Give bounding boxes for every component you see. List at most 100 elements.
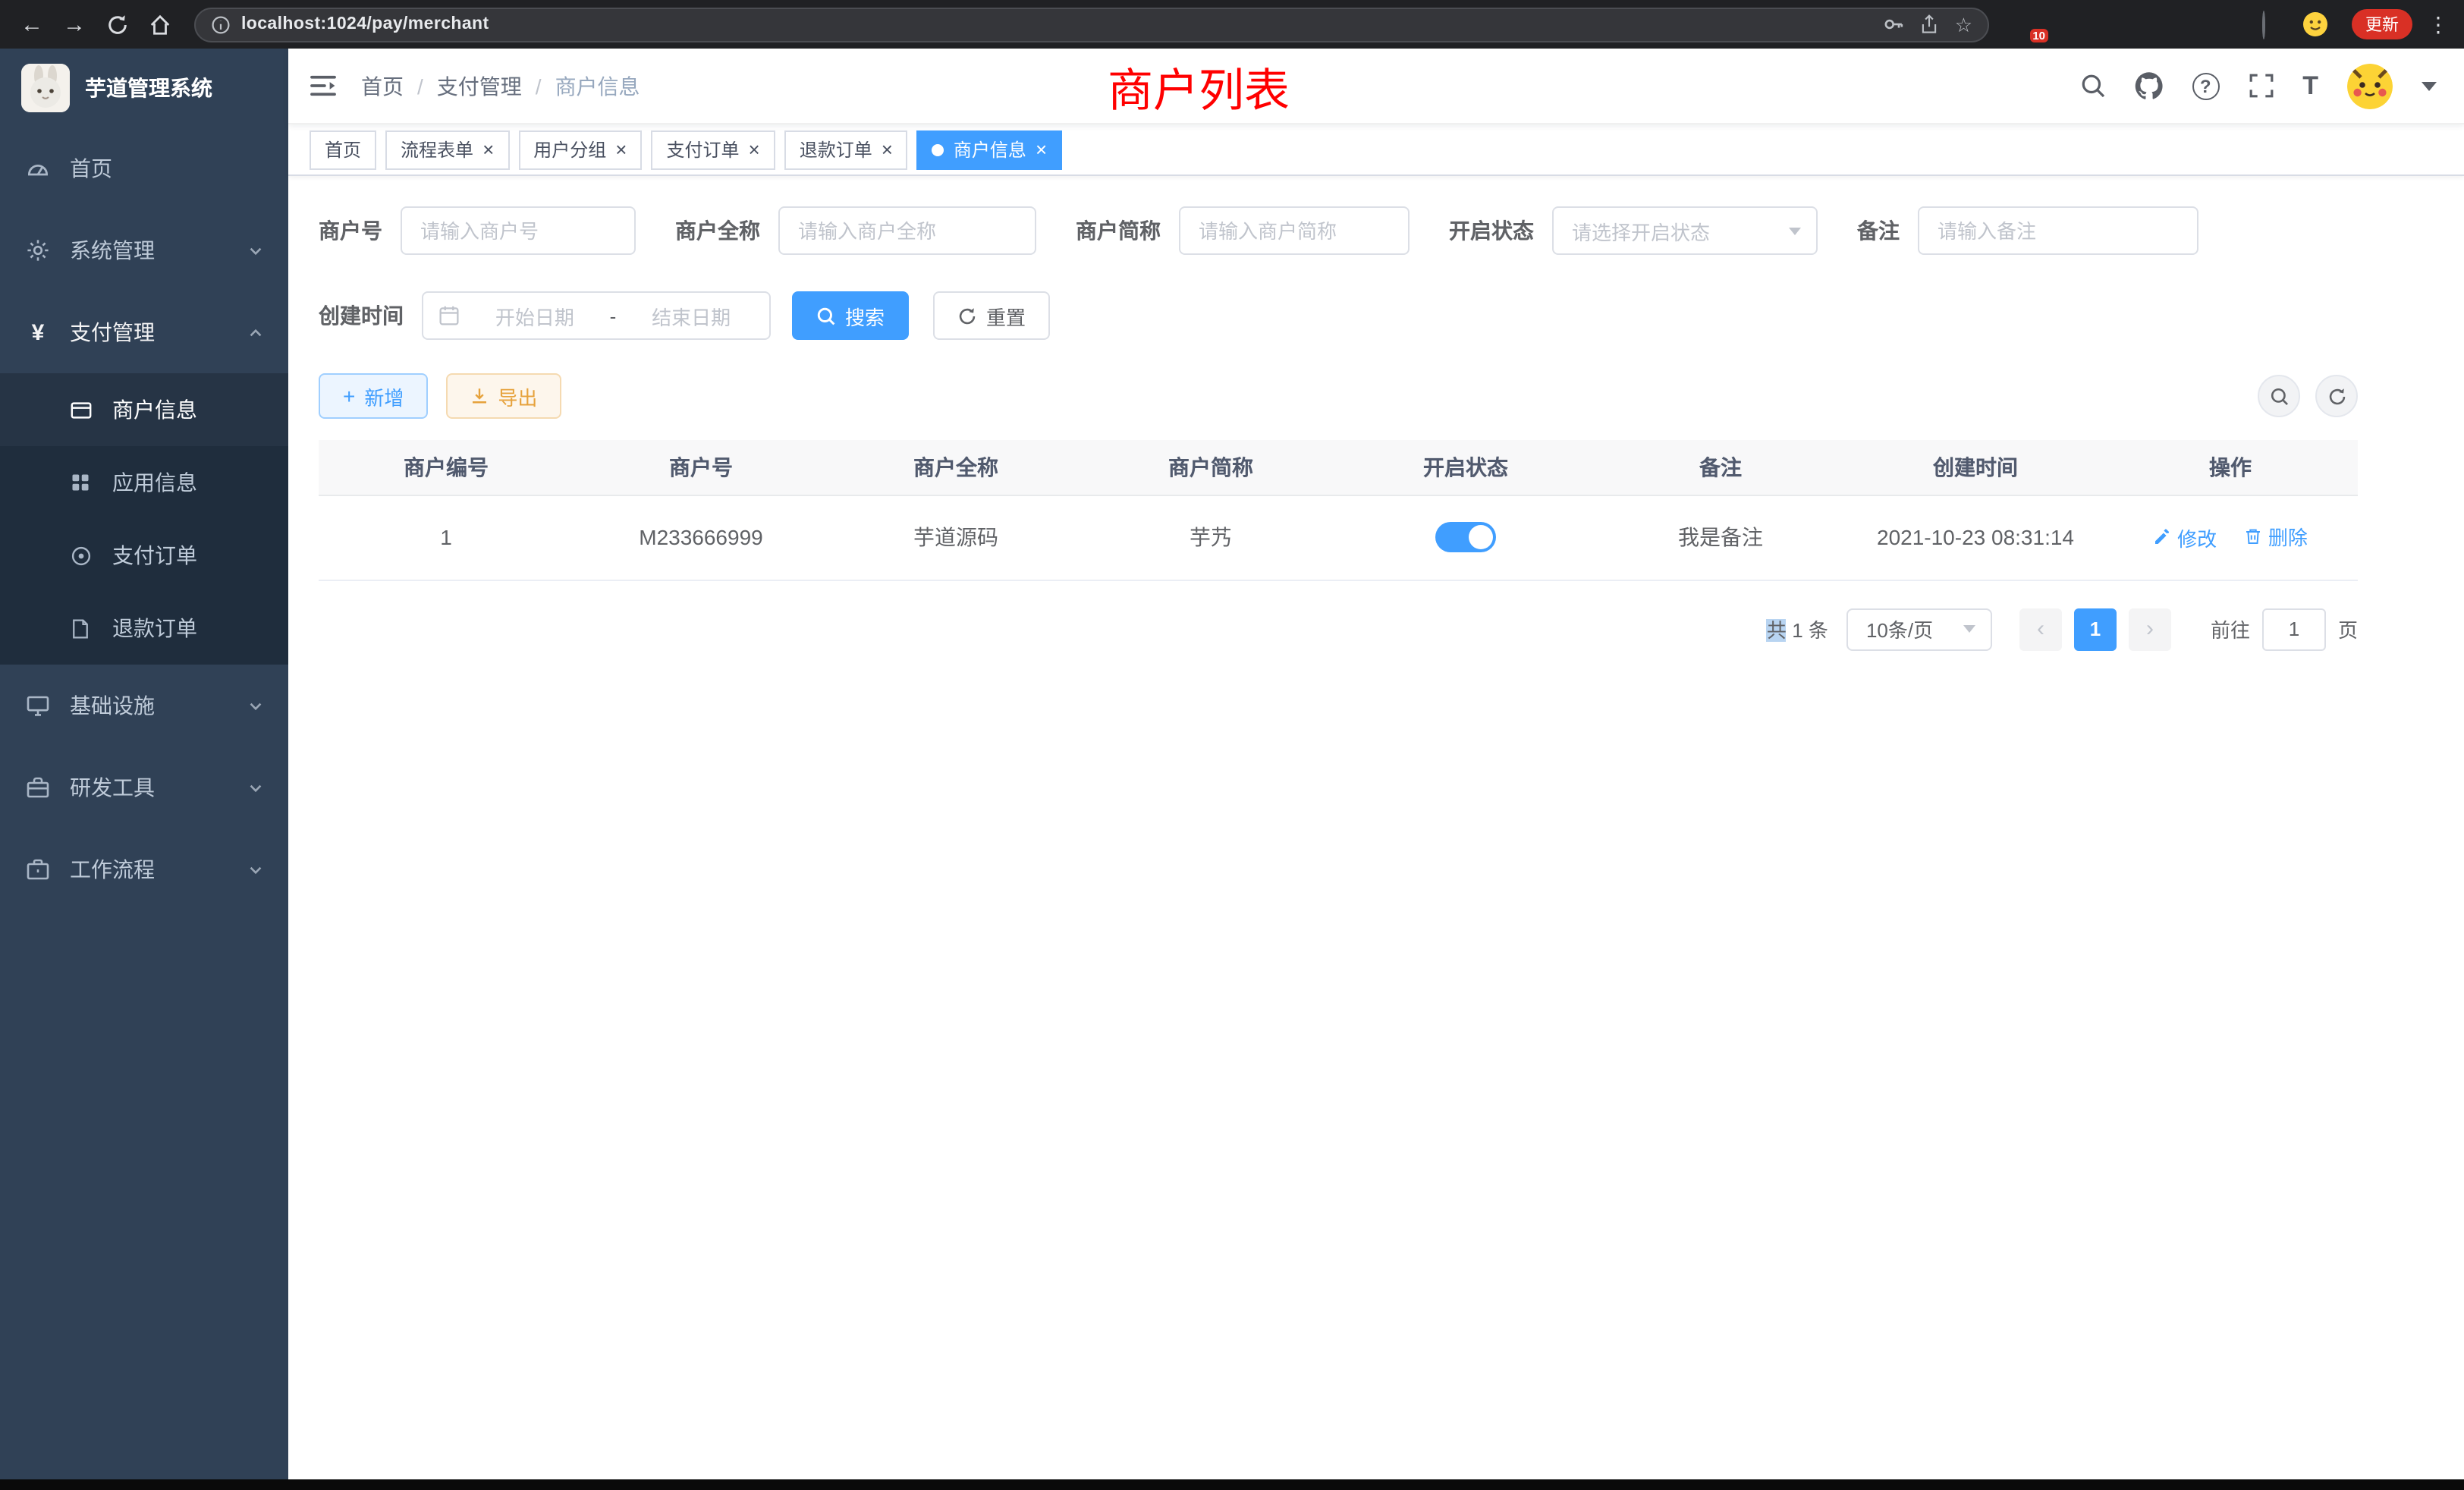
page-size-value: 10条/页 [1866, 615, 1951, 643]
sidebar-item-dev-tools[interactable]: 研发工具 [0, 747, 288, 828]
back-icon[interactable]: ← [15, 8, 49, 41]
chrome-update-button[interactable]: 更新 [2352, 9, 2412, 39]
close-icon[interactable]: × [882, 140, 893, 159]
page-number-button[interactable]: 1 [2074, 608, 2117, 650]
url-text[interactable]: localhost:1024/pay/merchant [241, 15, 489, 33]
search-button[interactable]: 搜索 [792, 291, 909, 340]
col-status: 开启状态 [1338, 440, 1593, 495]
address-bar[interactable]: localhost:1024/pay/merchant ☆ [194, 7, 1989, 42]
refresh-table-icon[interactable] [2315, 375, 2358, 417]
delete-button[interactable]: 删除 [2244, 523, 2308, 552]
sidebar-item-refund-order[interactable]: 退款订单 [0, 592, 288, 665]
plus-icon: + [343, 385, 355, 407]
user-avatar[interactable] [2347, 63, 2393, 108]
tab-label: 支付订单 [666, 137, 739, 162]
extension-green-circle-icon[interactable] [2180, 12, 2205, 36]
col-full-name: 商户全称 [828, 440, 1083, 495]
close-icon[interactable]: × [615, 140, 627, 159]
font-size-icon[interactable]: T [2302, 71, 2318, 101]
cell-full-name: 芋道源码 [828, 495, 1083, 580]
export-button[interactable]: 导出 [446, 373, 561, 419]
close-icon[interactable]: × [749, 140, 760, 159]
sidebar-item-system[interactable]: 系统管理 [0, 209, 288, 291]
reset-button[interactable]: 重置 [933, 291, 1050, 340]
tab-pay-order[interactable]: 支付订单 × [651, 130, 775, 169]
next-page-button[interactable]: › [2129, 608, 2171, 650]
page-size-select[interactable]: 10条/页 [1846, 608, 1992, 650]
merchant-short-name-input[interactable] [1179, 206, 1410, 255]
avatar-caret-icon[interactable] [2422, 81, 2437, 90]
reload-icon[interactable] [100, 8, 134, 41]
extension-colorful-icon[interactable]: 10 [2016, 12, 2041, 36]
github-icon[interactable] [2134, 71, 2163, 100]
sidebar-item-app-info[interactable]: 应用信息 [0, 446, 288, 519]
reset-button-label: 重置 [986, 301, 1026, 330]
browser-menu-icon[interactable]: ⋮ [2428, 11, 2449, 37]
bookmark-star-icon[interactable]: ☆ [1955, 14, 1972, 34]
date-range-picker[interactable]: 开始日期 - 结束日期 [422, 291, 771, 340]
status-select[interactable]: 请选择开启状态 [1552, 206, 1818, 255]
start-date-placeholder: 开始日期 [472, 301, 598, 330]
filter-merchant-name: 商户全称 [675, 206, 1036, 255]
pagination-goto: 前往 页 [2211, 608, 2358, 650]
filter-label: 商户简称 [1076, 215, 1161, 246]
extension-gray-icon[interactable] [2098, 12, 2123, 36]
tab-merchant-info[interactable]: 商户信息 × [917, 130, 1062, 169]
sidebar-item-label: 工作流程 [70, 854, 155, 885]
close-icon[interactable]: × [482, 140, 494, 159]
fullscreen-icon[interactable] [2248, 73, 2274, 99]
merchant-no-input[interactable] [401, 206, 636, 255]
app-logo[interactable]: 芋道管理系统 [0, 49, 288, 127]
gear-icon [24, 238, 52, 262]
sidebar-item-workflow[interactable]: 工作流程 [0, 828, 288, 910]
filter-row-1: 商户号 商户全称 商户简称 开启状态 请选择开启状态 [319, 206, 2358, 255]
sidebar-item-label: 系统管理 [70, 235, 155, 266]
filter-remark: 备注 [1857, 206, 2198, 255]
site-info-icon[interactable] [211, 14, 231, 34]
remark-input[interactable] [1918, 206, 2198, 255]
tab-process-form[interactable]: 流程表单 × [385, 130, 509, 169]
extension-avatar-icon[interactable] [2139, 12, 2164, 36]
breadcrumb-home[interactable]: 首页 [361, 71, 404, 101]
show-search-icon[interactable] [2258, 375, 2300, 417]
sidebar-item-infrastructure[interactable]: 基础设施 [0, 665, 288, 747]
col-remark: 备注 [1593, 440, 1848, 495]
extension-drop-icon[interactable] [2057, 12, 2082, 36]
extension-green-square-icon[interactable] [2221, 12, 2246, 36]
forward-icon[interactable]: → [58, 8, 91, 41]
filter-row-2: 创建时间 开始日期 - 结束日期 [319, 291, 2358, 340]
close-icon[interactable]: × [1036, 140, 1047, 159]
goto-label: 前往 [2211, 615, 2250, 643]
password-key-icon[interactable] [1884, 14, 1905, 35]
sidebar-menu: 首页 系统管理 ¥ 支付管理 [0, 127, 288, 910]
cell-actions: 修改 删除 [2103, 495, 2358, 580]
search-icon[interactable] [2079, 73, 2105, 99]
sidebar-toggle-icon[interactable] [310, 74, 337, 97]
search-button-label: 搜索 [845, 301, 885, 330]
extension-emoji-icon[interactable] [2303, 12, 2327, 36]
status-toggle[interactable] [1435, 522, 1496, 552]
sidebar-item-home[interactable]: 首页 [0, 127, 288, 209]
tab-home[interactable]: 首页 [310, 130, 376, 169]
prev-page-button[interactable]: ‹ [2019, 608, 2062, 650]
help-icon[interactable]: ? [2192, 72, 2219, 99]
tab-user-group[interactable]: 用户分组 × [518, 130, 642, 169]
chevron-down-icon [1963, 625, 1975, 633]
sidebar-item-payment[interactable]: ¥ 支付管理 [0, 291, 288, 373]
share-icon[interactable] [1920, 14, 1940, 35]
browser-toolbar: ← → localhost:1024/pay/merchant ☆ [0, 0, 2464, 49]
merchant-name-input[interactable] [778, 206, 1036, 255]
address-bar-actions: ☆ [1884, 14, 1972, 35]
home-icon[interactable] [143, 8, 176, 41]
breadcrumb-pay-management[interactable]: 支付管理 [437, 71, 522, 101]
goto-page-input[interactable] [2262, 608, 2326, 650]
extension-dark-icon[interactable] [2262, 12, 2286, 36]
tab-label: 退款订单 [800, 137, 872, 162]
sidebar-item-merchant-info[interactable]: 商户信息 [0, 373, 288, 446]
tab-label: 商户信息 [954, 137, 1026, 162]
edit-button[interactable]: 修改 [2153, 523, 2217, 552]
add-button[interactable]: + 新增 [319, 373, 428, 419]
sidebar-item-pay-order[interactable]: 支付订单 [0, 519, 288, 592]
tab-refund-order[interactable]: 退款订单 × [784, 130, 908, 169]
search-icon [816, 306, 836, 325]
